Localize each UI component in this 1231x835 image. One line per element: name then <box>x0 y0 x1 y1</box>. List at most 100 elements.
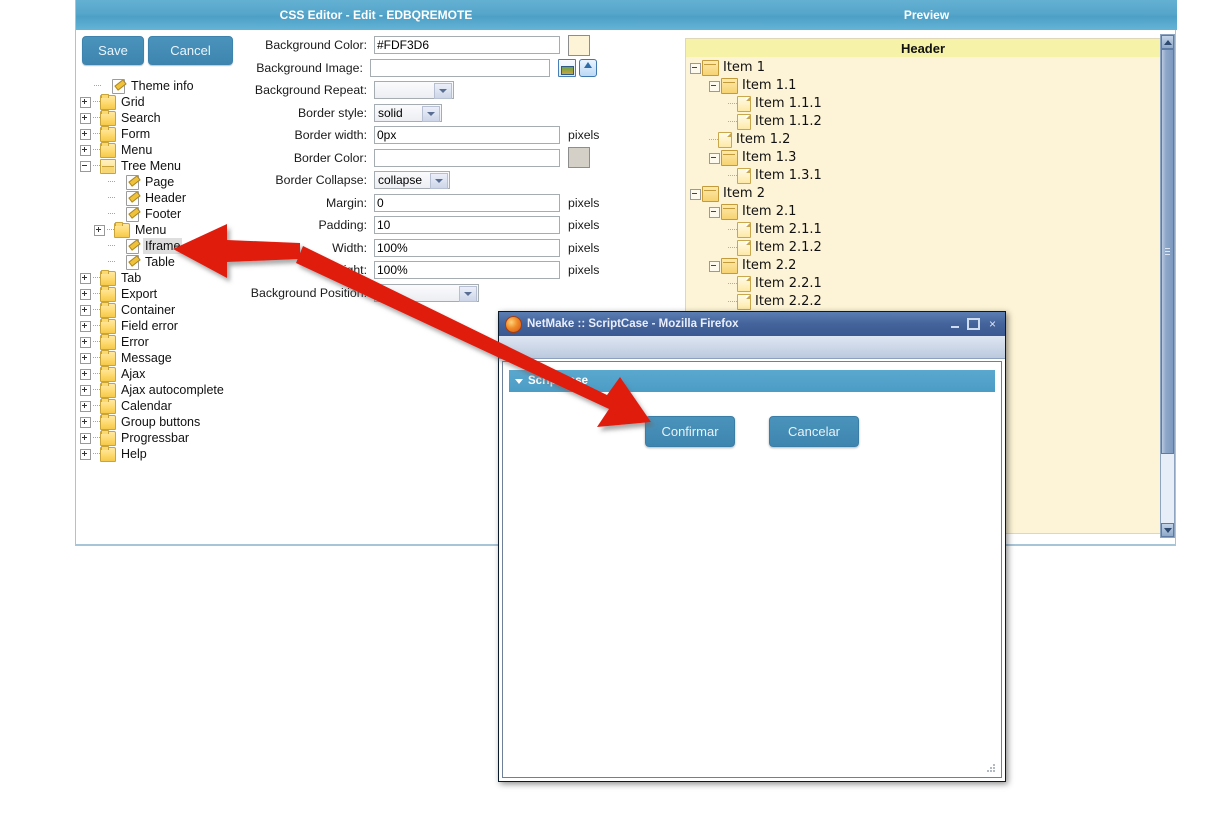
expand-plus-icon[interactable] <box>80 448 91 460</box>
expand-plus-icon[interactable] <box>80 368 91 380</box>
color-swatch-background-color[interactable] <box>568 34 590 56</box>
css-tree-item[interactable]: Calendar <box>80 397 265 414</box>
cancel-button[interactable]: Cancel <box>148 36 233 65</box>
cancelar-button[interactable]: Cancelar <box>769 416 859 447</box>
css-tree-item[interactable]: Container <box>80 301 265 318</box>
css-tree-item[interactable]: Menu <box>80 221 265 238</box>
collapse-minus-icon[interactable] <box>690 62 701 74</box>
css-tree-item[interactable]: Page <box>80 174 265 190</box>
expand-plus-icon[interactable] <box>80 352 91 364</box>
preview-tree-item[interactable]: Item 2.1 <box>690 203 1160 221</box>
select-background-repeat[interactable] <box>374 81 454 100</box>
css-tree-item[interactable]: Form <box>80 125 265 142</box>
scrollbar-thumb[interactable] <box>1161 49 1174 454</box>
css-tree-item[interactable]: Grid <box>80 93 265 110</box>
input-margin[interactable]: 0 <box>374 193 560 212</box>
preview-tree-item[interactable]: Item 2.2.2 <box>690 293 1160 311</box>
chevron-down-icon[interactable] <box>422 105 440 122</box>
css-tree-item[interactable]: Progressbar <box>80 429 265 446</box>
select-border-collapse[interactable]: collapse <box>374 171 450 190</box>
field-label-background-color: Background Color: <box>265 38 367 53</box>
css-tree-item[interactable]: Theme info <box>80 78 265 94</box>
expand-plus-icon[interactable] <box>80 128 91 140</box>
css-tree-item[interactable]: Table <box>80 254 265 270</box>
input-width[interactable]: 100% <box>374 238 560 257</box>
input-border-color[interactable] <box>374 148 560 167</box>
expand-plus-icon[interactable] <box>80 432 91 444</box>
preview-scrollbar[interactable] <box>1160 34 1175 538</box>
select-background-position[interactable]: top <box>374 283 479 302</box>
preview-tree-item[interactable]: Item 1 <box>690 59 1160 77</box>
image-picker-icon[interactable] <box>558 58 576 77</box>
expand-plus-icon[interactable] <box>80 112 91 124</box>
preview-tree-item[interactable]: Item 1.3.1 <box>690 167 1160 185</box>
preview-tree-item[interactable]: Item 1.1.2 <box>690 113 1160 131</box>
expand-plus-icon[interactable] <box>94 224 105 236</box>
preview-tree-item[interactable]: Item 2 <box>690 185 1160 203</box>
preview-tree-item[interactable]: Item 2.1.1 <box>690 221 1160 239</box>
css-tree-item[interactable]: Tree Menu <box>80 158 265 174</box>
color-swatch-border-color[interactable] <box>568 147 590 169</box>
maximize-icon[interactable] <box>965 317 982 332</box>
css-tree-item[interactable]: Field error <box>80 317 265 334</box>
minimize-icon[interactable] <box>946 317 963 332</box>
css-element-tree[interactable]: Theme info Grid Search Form Menu Tree Menu Pag… <box>80 78 265 488</box>
save-button[interactable]: Save <box>82 36 144 65</box>
chevron-down-icon[interactable] <box>430 173 448 190</box>
expand-plus-icon[interactable] <box>80 304 91 316</box>
chevron-down-icon[interactable] <box>459 285 477 302</box>
css-tree-item[interactable]: Help <box>80 445 265 462</box>
collapse-minus-icon[interactable] <box>709 80 720 92</box>
expand-plus-icon[interactable] <box>80 144 91 156</box>
css-tree-item[interactable]: Search <box>80 109 265 126</box>
input-height[interactable]: 100% <box>374 261 560 280</box>
collapse-triangle-icon[interactable] <box>515 378 523 384</box>
css-tree-item[interactable]: Header <box>80 190 265 206</box>
select-border-style[interactable]: solid <box>374 103 442 122</box>
expand-plus-icon[interactable] <box>80 384 91 396</box>
scroll-down-icon[interactable] <box>1161 523 1174 537</box>
css-tree-item[interactable]: Footer <box>80 206 265 222</box>
preview-tree-menu[interactable]: Item 1 Item 1.1 Item 1.1.1 Item 1.1.2 Item 1… <box>686 57 1160 311</box>
preview-tree-item[interactable]: Item 1.3 <box>690 149 1160 167</box>
css-tree-item[interactable]: Message <box>80 349 265 366</box>
preview-tree-item[interactable]: Item 2.2.1 <box>690 275 1160 293</box>
expand-plus-icon[interactable] <box>80 96 91 108</box>
input-border-width[interactable]: 0px <box>374 126 560 145</box>
collapse-minus-icon[interactable] <box>709 206 720 218</box>
resize-grip-icon[interactable] <box>987 764 996 773</box>
css-tree-item[interactable]: Tab <box>80 269 265 286</box>
expand-plus-icon[interactable] <box>80 400 91 412</box>
scriptcase-section-bar[interactable]: ScriptCase <box>509 370 995 392</box>
dialog-title-bar[interactable]: NetMake :: ScriptCase - Mozilla Firefox … <box>499 312 1005 336</box>
chevron-down-icon[interactable] <box>434 83 452 100</box>
css-tree-item[interactable]: Ajax autocomplete <box>80 381 265 398</box>
collapse-minus-icon[interactable] <box>690 188 701 200</box>
preview-tree-item[interactable]: Item 1.1 <box>690 77 1160 95</box>
scroll-up-icon[interactable] <box>1161 35 1174 49</box>
refresh-icon[interactable] <box>579 58 597 77</box>
css-tree-item[interactable]: Group buttons <box>80 413 265 430</box>
css-tree-item[interactable]: Error <box>80 333 265 350</box>
expand-plus-icon[interactable] <box>80 288 91 300</box>
input-background-color[interactable]: #FDF3D6 <box>374 36 560 55</box>
input-padding[interactable]: 10 <box>374 216 560 235</box>
css-tree-item[interactable]: Iframe <box>80 238 265 254</box>
expand-plus-icon[interactable] <box>80 272 91 284</box>
collapse-minus-icon[interactable] <box>709 152 720 164</box>
preview-tree-item[interactable]: Item 1.2 <box>690 131 1160 149</box>
collapse-minus-icon[interactable] <box>80 160 91 172</box>
confirmar-button[interactable]: Confirmar <box>645 416 735 447</box>
css-tree-item[interactable]: Export <box>80 285 265 302</box>
preview-tree-item[interactable]: Item 2.2 <box>690 257 1160 275</box>
close-icon[interactable]: × <box>984 317 1001 332</box>
expand-plus-icon[interactable] <box>80 416 91 428</box>
expand-plus-icon[interactable] <box>80 320 91 332</box>
input-background-image[interactable] <box>369 58 550 77</box>
preview-tree-item[interactable]: Item 1.1.1 <box>690 95 1160 113</box>
css-tree-item[interactable]: Ajax <box>80 365 265 382</box>
expand-plus-icon[interactable] <box>80 336 91 348</box>
collapse-minus-icon[interactable] <box>709 260 720 272</box>
preview-tree-item[interactable]: Item 2.1.2 <box>690 239 1160 257</box>
css-tree-item[interactable]: Menu <box>80 141 265 158</box>
